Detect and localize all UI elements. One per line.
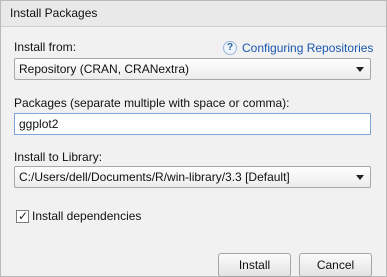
chevron-down-icon bbox=[356, 175, 364, 180]
help-icon[interactable]: ? bbox=[223, 41, 237, 55]
library-value: C:/Users/dell/Documents/R/win-library/3.… bbox=[19, 170, 290, 184]
install-dependencies-checkbox[interactable]: ✓ bbox=[16, 208, 29, 223]
install-dependencies-label: Install dependencies bbox=[32, 209, 142, 223]
checkmark-icon: ✓ bbox=[18, 208, 29, 223]
install-button[interactable]: Install bbox=[218, 253, 291, 277]
title-bar[interactable]: Install Packages bbox=[1, 1, 386, 27]
install-from-label: Install from: bbox=[14, 40, 77, 54]
packages-input[interactable] bbox=[14, 113, 371, 135]
install-from-value: Repository (CRAN, CRANextra) bbox=[19, 62, 190, 76]
install-from-select[interactable]: Repository (CRAN, CRANextra) bbox=[14, 58, 371, 80]
install-packages-dialog: Install Packages Install from: ? Configu… bbox=[0, 0, 387, 277]
configuring-repositories-link-group[interactable]: ? Configuring Repositories bbox=[223, 40, 373, 56]
packages-label: Packages (separate multiple with space o… bbox=[14, 96, 290, 110]
install-to-library-label: Install to Library: bbox=[14, 150, 103, 164]
install-dependencies-row[interactable]: ✓ Install dependencies bbox=[16, 208, 141, 224]
configuring-repositories-link[interactable]: Configuring Repositories bbox=[242, 41, 373, 55]
chevron-down-icon bbox=[356, 67, 364, 72]
dialog-title: Install Packages bbox=[10, 6, 98, 20]
install-to-library-select[interactable]: C:/Users/dell/Documents/R/win-library/3.… bbox=[14, 166, 371, 188]
cancel-button[interactable]: Cancel bbox=[299, 253, 372, 277]
